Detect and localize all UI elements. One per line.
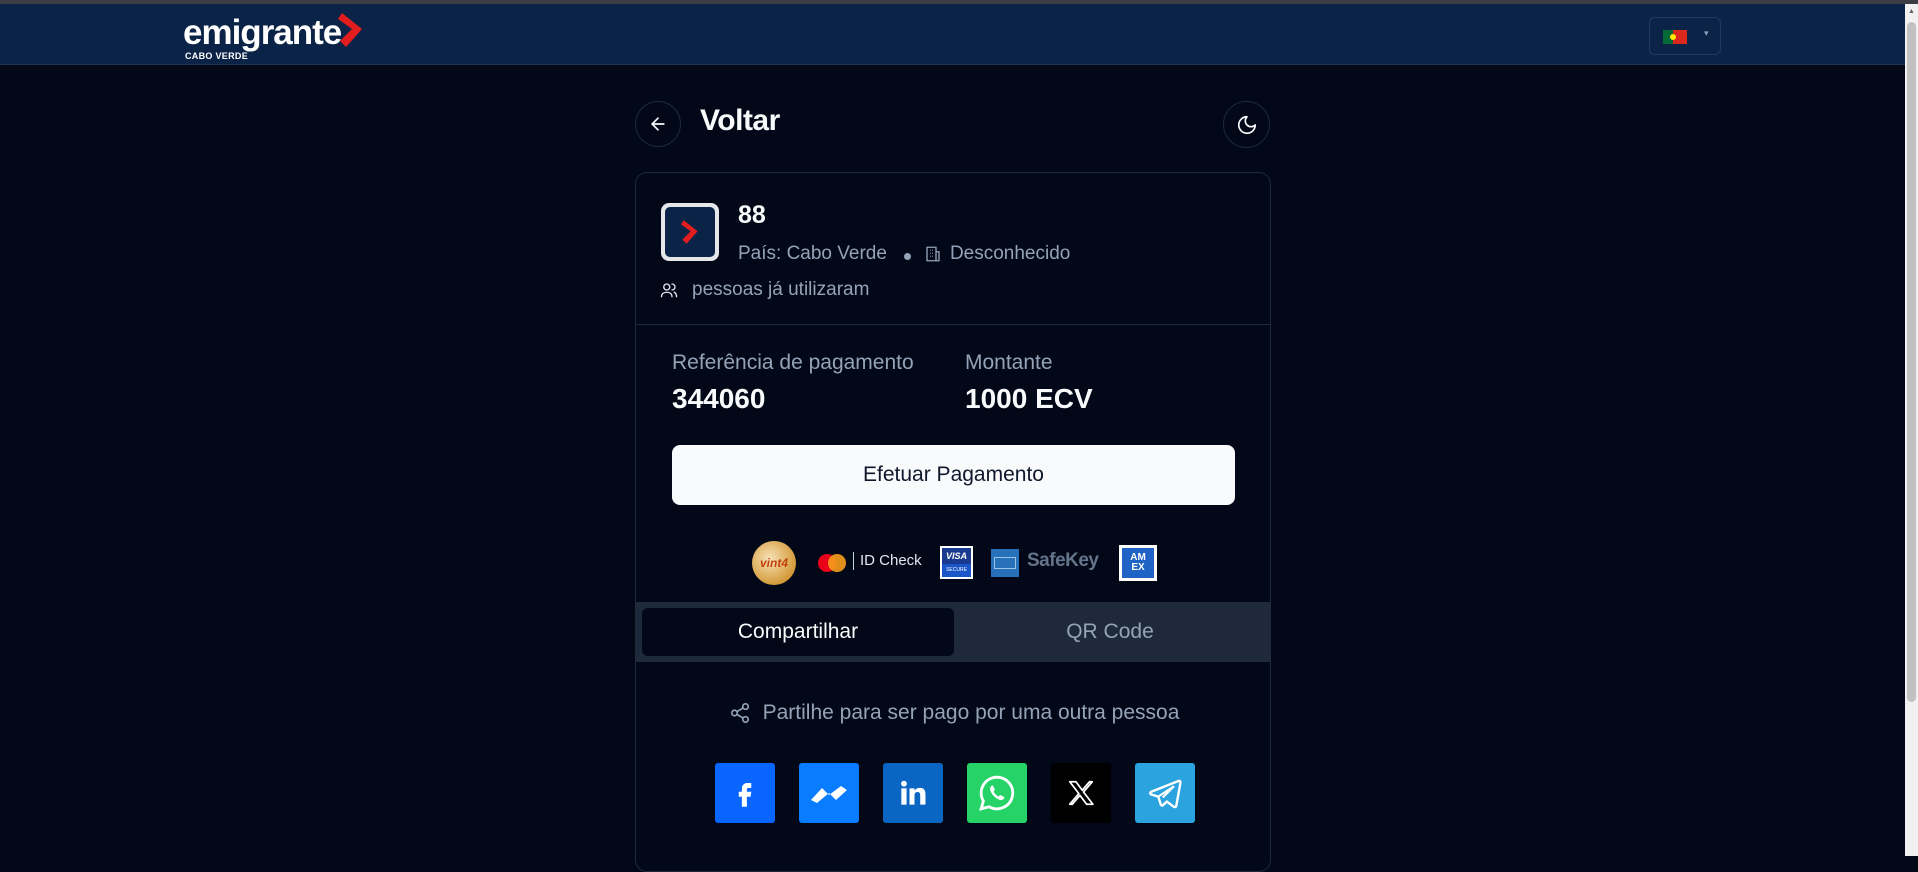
mastercard-icon <box>818 554 846 572</box>
linkedin-icon <box>901 780 926 805</box>
moon-icon <box>1237 115 1256 134</box>
logo-subtext: CABO VERDE <box>185 51 249 61</box>
share-icon <box>730 703 749 723</box>
telegram-share-button[interactable] <box>1135 763 1195 823</box>
messenger-icon <box>811 786 847 803</box>
tab-compartilhar[interactable]: Compartilhar <box>642 608 954 656</box>
entity-name: 88 <box>738 201 766 229</box>
amex-card-icon <box>991 549 1019 577</box>
vint4-badge: vint4 <box>752 541 796 585</box>
facebook-icon <box>738 783 752 807</box>
separator-dot <box>903 252 911 260</box>
share-text: Partilhe para ser pago por uma outra pes… <box>762 701 1180 724</box>
payment-card: 88 País: Cabo Verde Desconhecido pessoas… <box>635 172 1271 872</box>
whatsapp-share-button[interactable] <box>967 763 1027 823</box>
language-selector[interactable]: ▾ <box>1649 17 1721 55</box>
emigrante-logo[interactable]: emigrante CABO VERDE <box>183 13 373 65</box>
entity-meta: País: Cabo Verde Desconhecido <box>738 243 1070 265</box>
entity-logo <box>661 203 719 261</box>
amount-label: Montante <box>965 351 1053 374</box>
page-title[interactable]: Voltar <box>700 104 780 138</box>
reference-value: 344060 <box>672 383 766 414</box>
whatsapp-icon <box>979 775 1015 811</box>
back-button[interactable] <box>635 101 681 147</box>
id-check-label: ID Check <box>860 552 922 569</box>
scrollbar[interactable]: ▲ <box>1905 4 1918 856</box>
visa-secure-label: SECURE <box>942 564 971 577</box>
users-count-row: pessoas já utilizaram <box>660 279 869 301</box>
telegram-icon <box>1149 779 1182 809</box>
portugal-flag-icon <box>1663 30 1687 44</box>
entity-arrow-icon <box>681 220 698 244</box>
visa-label: VISA <box>942 548 971 564</box>
amex-bottom-label: EX <box>1131 562 1145 573</box>
messenger-share-button[interactable] <box>799 763 859 823</box>
linkedin-share-button[interactable] <box>883 763 943 823</box>
building-icon <box>926 246 940 262</box>
safekey-label: SafeKey <box>1027 550 1099 571</box>
badge-separator <box>853 552 854 570</box>
visa-secure-badge: VISA SECURE <box>940 546 973 579</box>
users-text: pessoas já utilizaram <box>692 279 870 300</box>
entity-country: País: Cabo Verde <box>738 243 887 264</box>
entity-type: Desconhecido <box>949 243 1071 264</box>
x-share-button[interactable] <box>1051 763 1111 823</box>
pay-button[interactable]: Efetuar Pagamento <box>672 445 1235 505</box>
x-icon <box>1068 780 1094 806</box>
scroll-up-icon[interactable]: ▲ <box>1908 8 1915 15</box>
facebook-share-button[interactable] <box>715 763 775 823</box>
amount-value: 1000 ECV <box>965 383 1093 414</box>
top-header: emigrante CABO VERDE ▾ <box>0 4 1905 65</box>
divider <box>636 324 1270 325</box>
tab-qr-code[interactable]: QR Code <box>954 608 1266 656</box>
payment-badges: vint4 ID Check VISA SECURE SafeKey AM EX <box>636 537 1270 585</box>
users-icon <box>660 283 678 298</box>
logo-arrow-icon <box>338 13 362 47</box>
logo-text: emigrante <box>183 13 342 52</box>
theme-toggle-button[interactable] <box>1223 101 1270 148</box>
reference-label: Referência de pagamento <box>672 351 914 374</box>
chevron-down-icon: ▾ <box>1704 28 1709 38</box>
amex-badge: AM EX <box>1119 545 1157 581</box>
share-tabs: Compartilhar QR Code <box>636 602 1270 662</box>
arrow-left-icon <box>651 117 665 131</box>
scrollbar-thumb[interactable] <box>1907 22 1916 702</box>
share-instruction: Partilhe para ser pago por uma outra pes… <box>636 701 1270 725</box>
